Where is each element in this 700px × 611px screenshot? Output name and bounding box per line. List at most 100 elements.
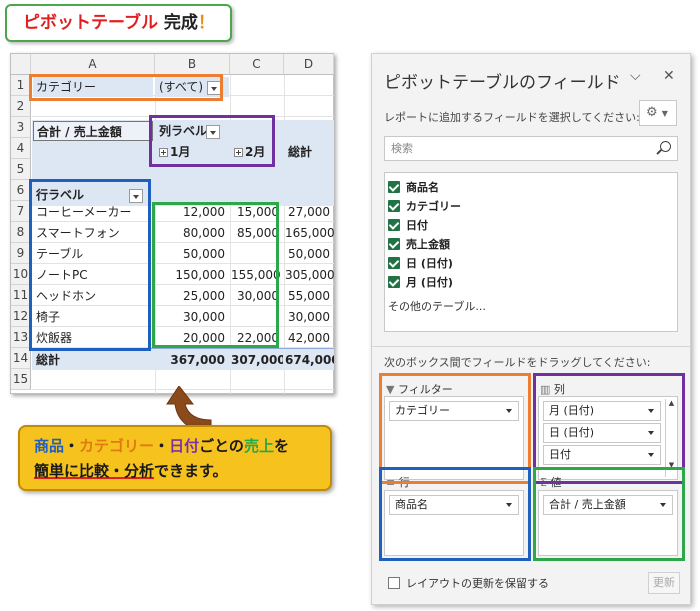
- value-zone-item[interactable]: 合計 / 売上金額: [543, 495, 673, 515]
- column-header-b[interactable]: B: [155, 54, 230, 75]
- product-name-cell: コーヒーメーカー: [36, 205, 132, 219]
- row-header[interactable]: 5: [11, 159, 31, 180]
- defer-layout-checkbox[interactable]: レイアウトの更新を保留する: [388, 575, 549, 591]
- column-header-c[interactable]: C: [230, 54, 284, 75]
- column-labels-dropdown[interactable]: [206, 125, 220, 139]
- feb-value-cell: 155,000: [231, 268, 281, 282]
- row-header[interactable]: 3: [11, 117, 31, 138]
- month-1-header[interactable]: 1月: [156, 142, 229, 162]
- feb-value-cell: 30,000: [237, 289, 279, 303]
- caret-down-icon: ▼: [661, 109, 668, 118]
- close-icon[interactable]: ✕: [663, 68, 675, 84]
- checkbox-checked-icon[interactable]: [388, 200, 400, 212]
- row-header[interactable]: 1: [11, 75, 31, 96]
- product-name-cell: 椅子: [36, 310, 61, 324]
- title-exclamation: ！: [197, 13, 215, 33]
- column-zone-item[interactable]: 月 (日付): [543, 401, 661, 421]
- product-name-cell: 炊飯器: [36, 331, 73, 345]
- filter-dropdown[interactable]: [207, 81, 221, 95]
- total-value-cell: 305,000: [285, 268, 334, 282]
- row-header[interactable]: 13: [11, 327, 31, 348]
- row-header[interactable]: 11: [11, 285, 31, 306]
- row-header[interactable]: 10: [11, 264, 31, 285]
- row-header[interactable]: 15: [11, 369, 31, 390]
- total-value-cell: 42,000: [288, 331, 330, 345]
- product-name-cell: テーブル: [36, 247, 84, 261]
- checkbox-checked-icon[interactable]: [388, 257, 400, 269]
- columns-icon: ▥: [540, 383, 551, 396]
- checkbox-checked-icon[interactable]: [388, 181, 400, 193]
- feb-value-cell: [231, 307, 283, 327]
- grand-total-all: 674,000: [285, 353, 334, 367]
- checkbox-checked-icon[interactable]: [388, 238, 400, 250]
- row-header[interactable]: 8: [11, 222, 31, 243]
- explanation-callout: 商品・カテゴリー・日付ごとの売上を 簡単に比較・分析できます。: [18, 425, 332, 491]
- rows-icon: ≡: [386, 476, 396, 489]
- product-name-cell: スマートフォン: [36, 226, 120, 240]
- column-header-d[interactable]: D: [284, 54, 334, 75]
- row-zone-item[interactable]: 商品名: [389, 495, 519, 515]
- field-search-input[interactable]: 検索: [384, 136, 678, 161]
- row-header[interactable]: 2: [11, 96, 31, 117]
- product-name-cell: ヘッドホン: [36, 289, 97, 303]
- grand-total-feb: 307,000: [231, 353, 283, 367]
- jan-value-cell: 80,000: [183, 226, 225, 240]
- grand-total-label: 総計: [36, 353, 61, 367]
- jan-value-cell: 12,000: [183, 205, 225, 219]
- row-header[interactable]: 7: [11, 201, 31, 222]
- field-item[interactable]: 日付: [388, 217, 428, 235]
- field-item[interactable]: 月 (日付): [388, 274, 453, 292]
- jan-value-cell: 50,000: [183, 247, 225, 261]
- field-list: 商品名 カテゴリー 日付 売上金額日 (日付) 月 (日付) その他のテーブル...: [384, 172, 678, 332]
- checkbox-checked-icon[interactable]: [388, 219, 400, 231]
- search-icon[interactable]: [660, 141, 671, 152]
- checkbox-box[interactable]: [388, 577, 400, 589]
- scroll-down-icon[interactable]: ▼: [666, 461, 677, 469]
- month-2-header[interactable]: 2月: [231, 142, 283, 162]
- column-zone-item[interactable]: 日付: [543, 445, 661, 465]
- total-value-cell: 55,000: [288, 289, 330, 303]
- row-zone[interactable]: 商品名: [384, 490, 524, 556]
- total-value-cell: 165,000: [285, 226, 334, 240]
- field-item[interactable]: 売上金額: [388, 236, 450, 254]
- filter-zone[interactable]: カテゴリー: [384, 396, 524, 480]
- field-item[interactable]: 日 (日付): [388, 255, 453, 273]
- jan-value-cell: 25,000: [183, 289, 225, 303]
- scroll-up-icon[interactable]: ▲: [666, 399, 677, 407]
- checkbox-checked-icon[interactable]: [388, 276, 400, 288]
- column-zone[interactable]: 月 (日付) 日 (日付) 日付 ▲ ▼: [538, 396, 678, 480]
- field-item[interactable]: 商品名: [388, 179, 439, 197]
- row-header[interactable]: 4: [11, 138, 31, 159]
- chevron-down-icon[interactable]: ⌵: [630, 68, 641, 84]
- column-zone-scrollbar[interactable]: ▲ ▼: [665, 399, 677, 477]
- feb-value-cell: 22,000: [237, 331, 279, 345]
- value-field-header[interactable]: 合計 / 売上金額: [33, 121, 153, 141]
- jan-value-cell: 30,000: [183, 310, 225, 324]
- more-tables-link[interactable]: その他のテーブル...: [388, 298, 486, 314]
- row-labels-dropdown[interactable]: [129, 189, 143, 203]
- feb-value-cell: 15,000: [237, 205, 279, 219]
- row-header[interactable]: 12: [11, 306, 31, 327]
- curved-arrow-icon: [166, 386, 212, 430]
- field-item[interactable]: カテゴリー: [388, 198, 461, 216]
- tools-button[interactable]: ⚙ ▼: [639, 100, 677, 126]
- row-header[interactable]: 14: [11, 348, 31, 369]
- row-header[interactable]: 9: [11, 243, 31, 264]
- page-title: ピボットテーブル 完成！: [5, 4, 232, 42]
- row-zone-title: ≡ 行: [386, 476, 410, 489]
- column-zone-item[interactable]: 日 (日付): [543, 423, 661, 443]
- grand-total-jan: 367,000: [170, 353, 225, 367]
- column-header-a[interactable]: A: [31, 54, 155, 75]
- filter-icon: ▼: [386, 383, 395, 396]
- filter-zone-item[interactable]: カテゴリー: [389, 401, 519, 421]
- drag-instruction: 次のボックス間でフィールドをドラッグしてください:: [384, 356, 651, 369]
- callout-line-1: 商品・カテゴリー・日付ごとの売上を: [34, 437, 289, 455]
- expand-icon[interactable]: [234, 148, 243, 157]
- total-value-cell: 27,000: [288, 205, 330, 219]
- update-button[interactable]: 更新: [648, 572, 680, 594]
- select-all-corner[interactable]: [11, 54, 31, 75]
- row-header[interactable]: 6: [11, 180, 31, 201]
- value-zone[interactable]: 合計 / 売上金額: [538, 490, 678, 556]
- filter-zone-title: ▼ フィルター: [386, 383, 453, 396]
- expand-icon[interactable]: [159, 148, 168, 157]
